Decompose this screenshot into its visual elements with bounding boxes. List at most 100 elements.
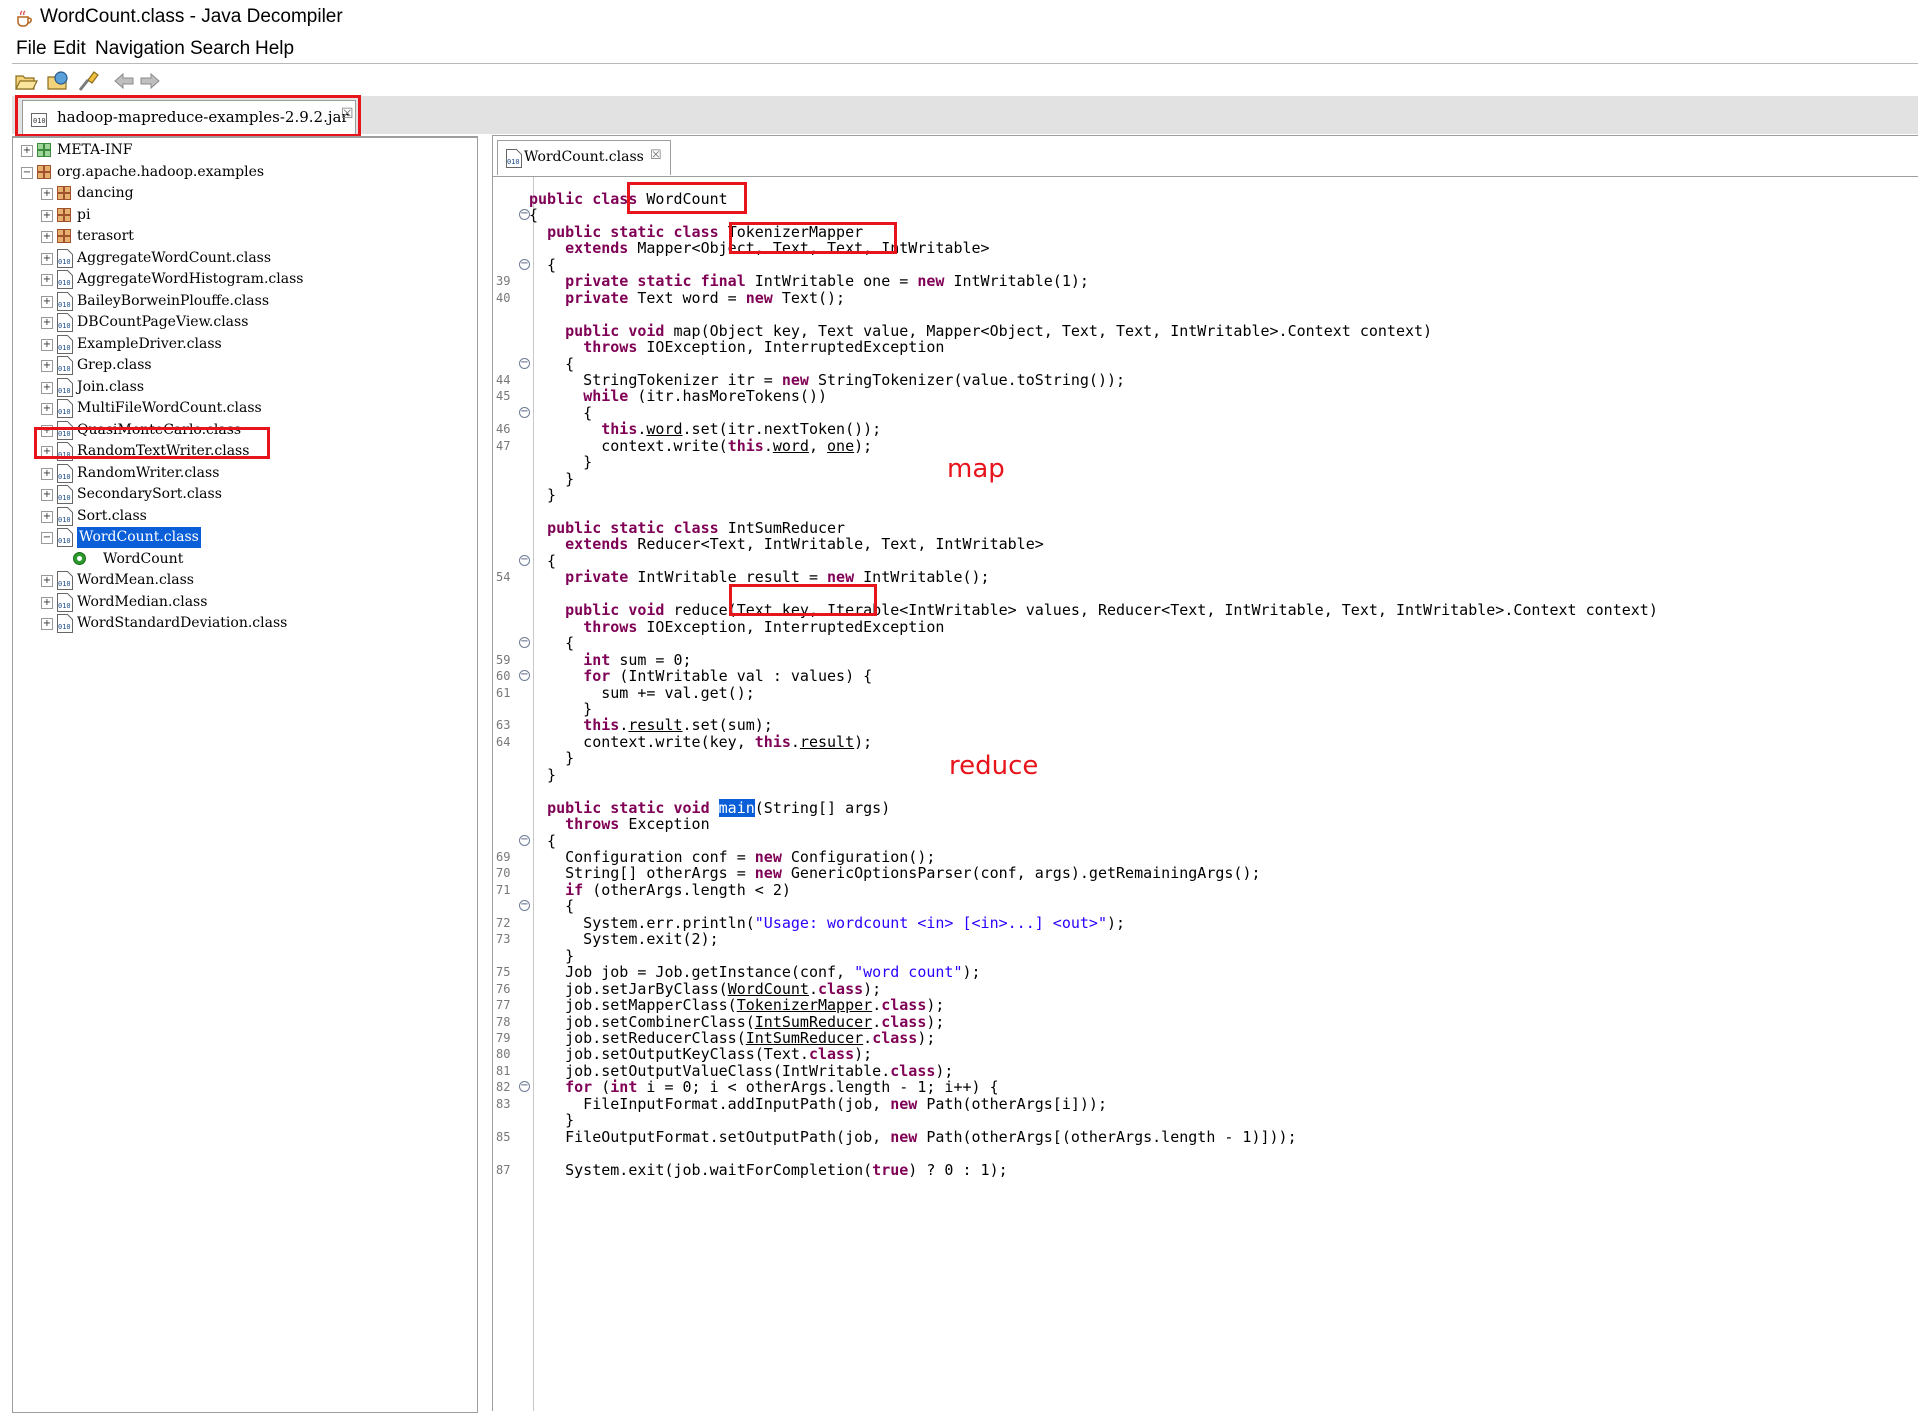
svg-text:010: 010 bbox=[58, 365, 71, 373]
collapse-icon[interactable]: − bbox=[21, 166, 33, 179]
expand-icon[interactable]: + bbox=[41, 467, 53, 480]
tree-item-pi[interactable]: + pi bbox=[13, 205, 473, 226]
expand-icon[interactable]: + bbox=[41, 596, 53, 609]
expand-icon[interactable]: + bbox=[41, 317, 53, 329]
expand-icon[interactable]: + bbox=[21, 145, 33, 157]
package-icon bbox=[37, 164, 51, 179]
editor-tabstrip: 010 WordCount.class ☒ bbox=[492, 135, 1918, 177]
open-file-icon[interactable] bbox=[14, 70, 38, 92]
close-icon[interactable]: ☒ bbox=[650, 147, 662, 163]
tree-item-label: dancing bbox=[77, 185, 134, 201]
tree-item-label: AggregateWordCount.class bbox=[77, 249, 272, 266]
class-file-icon: 010 bbox=[506, 149, 522, 168]
svg-text:010: 010 bbox=[58, 516, 71, 524]
class-file-icon: 010 bbox=[57, 485, 73, 504]
tree-item-meta-inf[interactable]: + META-INF bbox=[13, 140, 473, 161]
menu-help[interactable]: Help bbox=[255, 34, 294, 64]
svg-text:010: 010 bbox=[58, 580, 71, 588]
tree-item-exampledriver-class[interactable]: +010 ExampleDriver.class bbox=[13, 334, 473, 355]
tree-item-label: BaileyBorweinPlouffe.class bbox=[77, 292, 270, 309]
menu-navigation[interactable]: Navigation bbox=[95, 34, 185, 64]
code-text: System.exit(job.waitForCompletion(true) … bbox=[529, 1160, 1008, 1179]
expand-icon[interactable]: + bbox=[41, 360, 53, 372]
open-type-icon[interactable] bbox=[46, 70, 70, 92]
tree-item-randomwriter-class[interactable]: +010 RandomWriter.class bbox=[13, 463, 473, 484]
tree-item-wordcount[interactable]: WordCount bbox=[13, 549, 473, 570]
tree-item-label: Grep.class bbox=[77, 357, 152, 373]
tree-item-wordmean-class[interactable]: +010 WordMean.class bbox=[13, 570, 473, 591]
jar-file-icon: 010 bbox=[31, 113, 47, 127]
expand-icon[interactable]: + bbox=[41, 489, 53, 501]
forward-icon[interactable] bbox=[138, 70, 162, 92]
class-file-icon: 010 bbox=[57, 313, 73, 332]
tree-item-quasimontecarlo-class[interactable]: +010 QuasiMonteCarlo.class bbox=[13, 420, 473, 441]
tree-item-randomtextwriter-class[interactable]: +010 RandomTextWriter.class bbox=[13, 441, 473, 462]
menu-search[interactable]: Search bbox=[190, 34, 250, 64]
class-file-icon: 010 bbox=[57, 291, 73, 311]
svg-text:010: 010 bbox=[58, 430, 71, 438]
toolbar bbox=[12, 63, 1918, 98]
tree-item-aggregatewordcount-class[interactable]: +010 AggregateWordCount.class bbox=[13, 248, 473, 269]
jar-tab[interactable]: 010 hadoop-mapreduce-examples-2.9.2.jar … bbox=[22, 100, 356, 137]
tree-item-multifilewordcount-class[interactable]: +010 MultiFileWordCount.class bbox=[13, 398, 473, 419]
search-icon[interactable] bbox=[76, 70, 100, 92]
expand-icon[interactable]: + bbox=[41, 338, 53, 351]
menu-file[interactable]: File bbox=[16, 34, 47, 64]
svg-text:010: 010 bbox=[58, 387, 71, 395]
tree-item-dbcountpageview-class[interactable]: +010 DBCountPageView.class bbox=[13, 312, 473, 333]
class-file-icon: 010 bbox=[57, 506, 73, 526]
tree-item-grep-class[interactable]: +010 Grep.class bbox=[13, 355, 473, 376]
class-file-icon: 010 bbox=[57, 377, 73, 397]
tree-item-label: Sort.class bbox=[77, 507, 147, 524]
menu-edit[interactable]: Edit bbox=[53, 34, 86, 64]
tree-item-wordmedian-class[interactable]: +010 WordMedian.class bbox=[13, 592, 473, 613]
collapse-icon[interactable]: − bbox=[41, 532, 53, 544]
tree-item-label: WordMean.class bbox=[77, 572, 194, 588]
expand-icon[interactable]: + bbox=[41, 231, 53, 243]
tree-item-secondarysort-class[interactable]: +010 SecondarySort.class bbox=[13, 484, 473, 505]
editor-tab[interactable]: 010 WordCount.class ☒ bbox=[497, 140, 671, 175]
expand-icon[interactable]: + bbox=[41, 295, 53, 308]
expand-icon[interactable]: + bbox=[41, 403, 53, 415]
expand-icon[interactable]: + bbox=[41, 446, 53, 458]
svg-text:010: 010 bbox=[58, 623, 71, 631]
expand-icon[interactable]: + bbox=[41, 575, 53, 587]
tree-item-sort-class[interactable]: +010 Sort.class bbox=[13, 506, 473, 527]
expand-icon[interactable]: + bbox=[41, 274, 53, 286]
expand-icon[interactable]: + bbox=[41, 510, 53, 523]
tree-item-label: MultiFileWordCount.class bbox=[77, 400, 262, 416]
class-file-icon: 010 bbox=[57, 399, 73, 418]
tree-item-wordcount-class[interactable]: −010 WordCount.class bbox=[13, 527, 473, 548]
svg-text:010: 010 bbox=[507, 158, 520, 166]
package-icon bbox=[57, 229, 71, 243]
tree-item-join-class[interactable]: +010 Join.class bbox=[13, 377, 473, 398]
tree-item-label: DBCountPageView.class bbox=[77, 314, 249, 330]
tree-item-dancing[interactable]: + dancing bbox=[13, 183, 473, 204]
package-icon bbox=[57, 186, 71, 200]
tree-item-baileyborweinplouffe-class[interactable]: +010 BaileyBorweinPlouffe.class bbox=[13, 291, 473, 312]
expand-icon[interactable]: + bbox=[41, 618, 53, 630]
svg-text:010: 010 bbox=[58, 322, 71, 330]
expand-icon[interactable]: + bbox=[41, 188, 53, 200]
tree-item-label: org.apache.hadoop.examples bbox=[57, 163, 265, 180]
code-line: 87 System.exit(job.waitForCompletion(tru… bbox=[493, 1160, 1918, 1180]
back-icon[interactable] bbox=[112, 70, 136, 92]
public-type-icon bbox=[73, 551, 86, 565]
tree-item-terasort[interactable]: + terasort bbox=[13, 226, 473, 247]
editor-pane: 010 WordCount.class ☒ public class WordC… bbox=[492, 135, 1918, 1411]
svg-text:010: 010 bbox=[58, 279, 71, 287]
svg-text:010: 010 bbox=[58, 473, 71, 481]
window-title: WordCount.class - Java Decompiler bbox=[40, 6, 343, 27]
svg-text:010: 010 bbox=[58, 494, 71, 502]
tree-item-label: RandomTextWriter.class bbox=[77, 443, 250, 459]
tree-item-aggregatewordhistogram-class[interactable]: +010 AggregateWordHistogram.class bbox=[13, 269, 473, 290]
svg-text:010: 010 bbox=[58, 602, 71, 610]
expand-icon[interactable]: + bbox=[41, 209, 53, 222]
expand-icon[interactable]: + bbox=[41, 252, 53, 265]
expand-icon[interactable]: + bbox=[41, 381, 53, 394]
tree-item-org-apache-hadoop-examples[interactable]: − org.apache.hadoop.examples bbox=[13, 162, 473, 183]
tree-item-wordstandarddeviation-class[interactable]: +010 WordStandardDeviation.class bbox=[13, 613, 473, 634]
code-editor[interactable]: public class WordCount −{ public static c… bbox=[492, 176, 1918, 1411]
expand-icon[interactable]: + bbox=[41, 424, 53, 437]
close-icon[interactable]: ☒ bbox=[341, 105, 354, 122]
